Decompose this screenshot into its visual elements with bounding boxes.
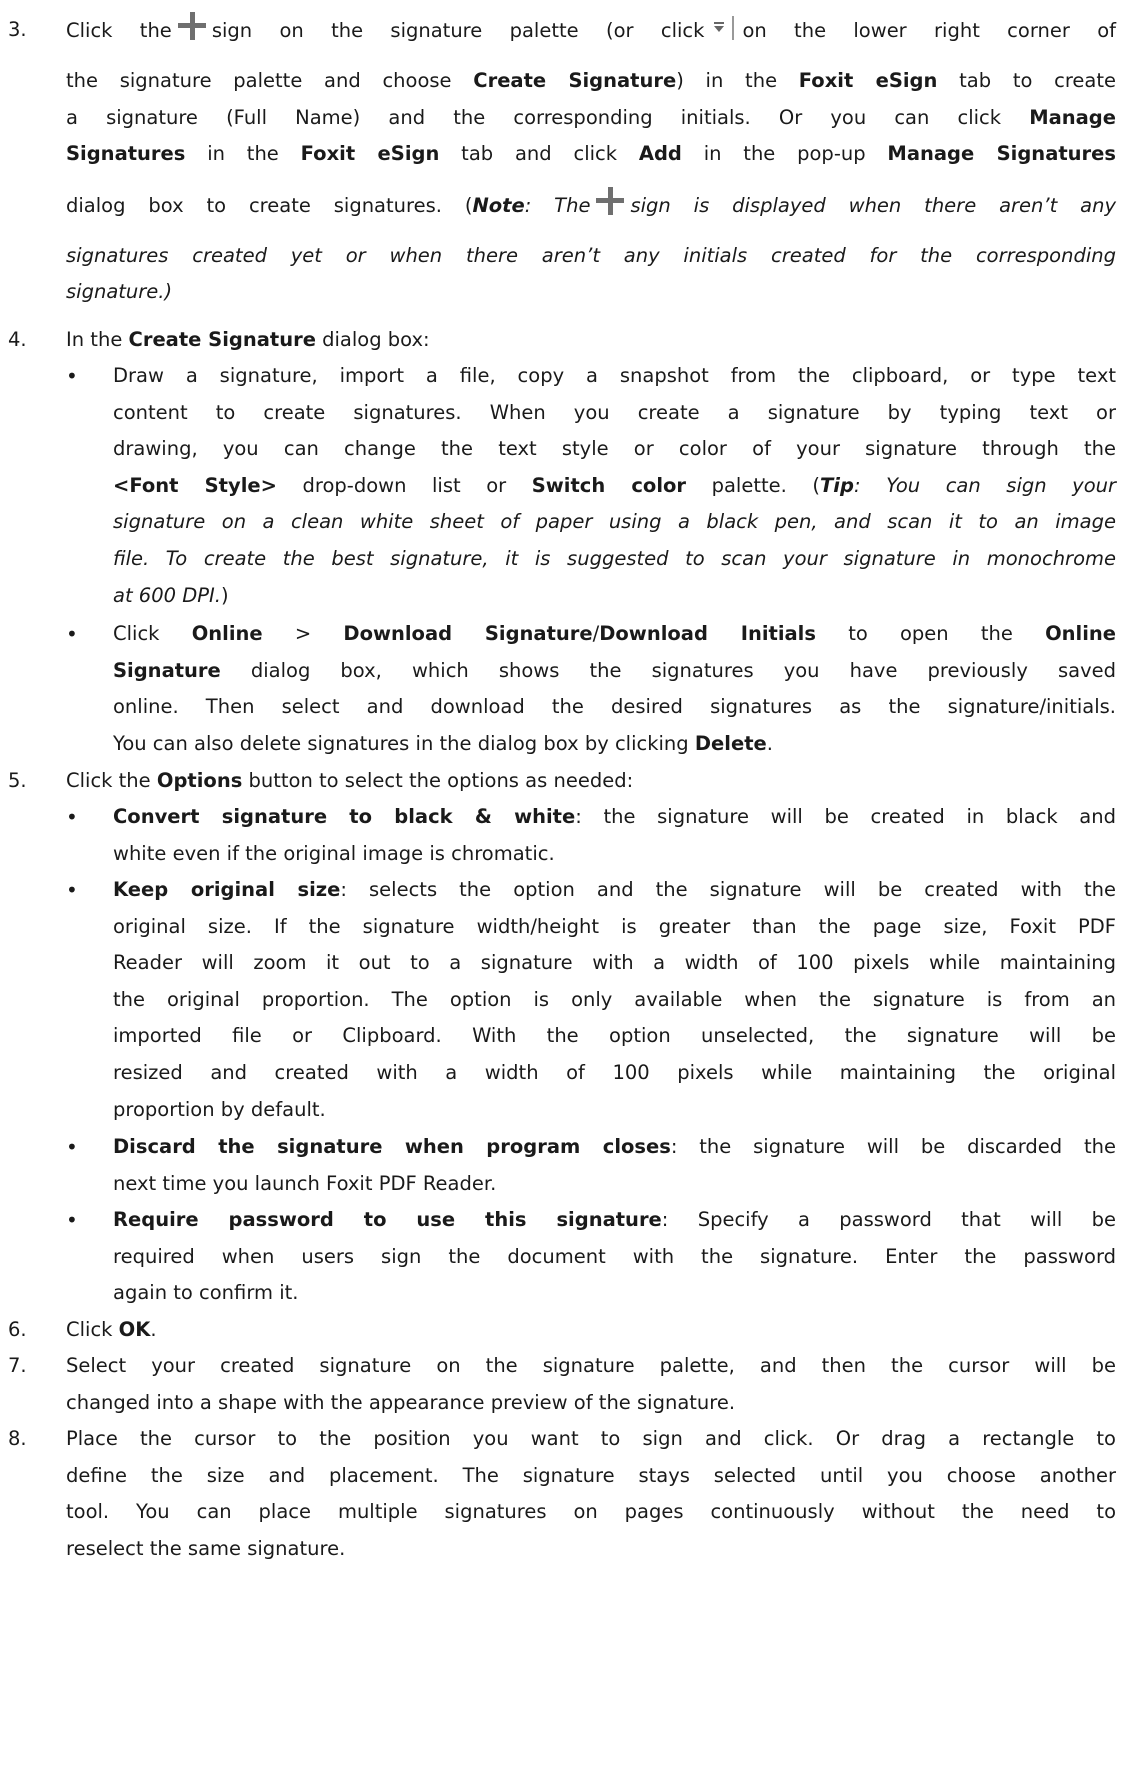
plus-icon [596, 186, 625, 215]
bullet: • [66, 878, 78, 902]
plus-icon [177, 12, 206, 40]
step-4-text: In the Create Signature dialog box: [66, 328, 430, 351]
step-3-text: Click the sign on the signature palette (… [66, 6, 1116, 311]
palette-menu-icon [710, 16, 736, 40]
bullet: • [66, 364, 78, 388]
step-number: 6. [8, 1318, 27, 1341]
bullet: • [66, 622, 78, 646]
bullet: • [66, 805, 78, 829]
step-number: 8. [8, 1427, 27, 1450]
step-number: 4. [8, 328, 27, 351]
bullet: • [66, 1208, 78, 1232]
bullet: • [66, 1135, 78, 1159]
step-number: 3. [8, 18, 27, 41]
step-number: 7. [8, 1354, 27, 1377]
step-number: 5. [8, 769, 27, 792]
document-page: 3. Click the sign on the signature palett… [0, 0, 1123, 1769]
